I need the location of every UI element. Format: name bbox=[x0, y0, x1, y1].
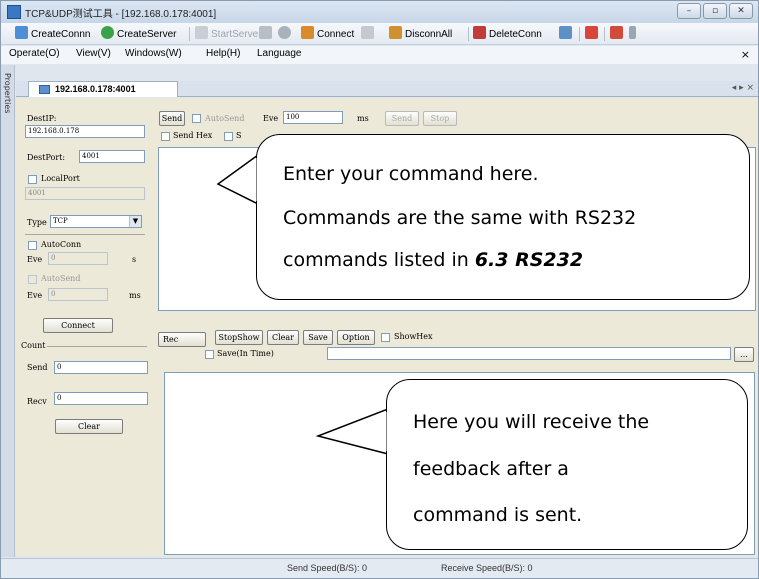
callout-recv-pointer-cover bbox=[386, 412, 390, 451]
